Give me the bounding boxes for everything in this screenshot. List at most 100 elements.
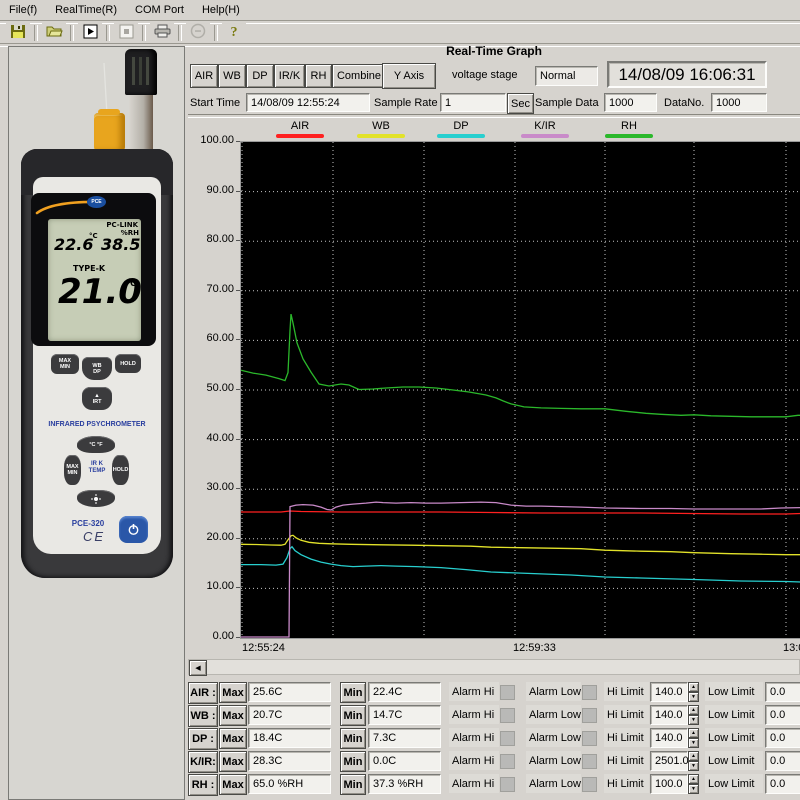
channel-row-button[interactable]: RH : [188,774,218,796]
menu-realtime[interactable]: RealTime(R) [46,2,126,18]
channel-row-button[interactable]: WB : [188,705,218,727]
y-tick-label: 50.00 [188,382,234,394]
spin-up-button[interactable]: ▲ [688,751,699,761]
low-limit-field[interactable]: 0.0 [765,728,800,748]
alarm-low-label: Alarm Low [526,774,581,793]
alarm-hi-indicator [500,685,515,700]
alarm-low-indicator [582,708,597,723]
disconnect-button[interactable] [186,23,210,42]
alarm-low-indicator [582,754,597,769]
stop-button[interactable] [114,23,138,42]
device-dpad-maxmin-button: MAX MIN [64,455,81,485]
low-limit-field[interactable]: 0.0 [765,774,800,794]
spin-buttons[interactable]: ▲▼ [688,774,699,794]
humidity-probe-icon [125,49,157,95]
max-value-field[interactable]: 25.6C [248,682,331,702]
menu-file[interactable]: File(f) [0,2,46,18]
toolbar-separator [178,25,182,41]
max-value-field[interactable]: 20.7C [248,705,331,725]
hi-limit-field[interactable]: 100.0 [650,774,688,794]
spin-buttons[interactable]: ▲▼ [688,751,699,771]
spin-down-button[interactable]: ▼ [688,784,699,794]
channel-row-button[interactable]: DP : [188,728,218,750]
spin-down-button[interactable]: ▼ [688,738,699,748]
save-button[interactable] [6,23,30,42]
hi-limit-field[interactable]: 2501.0 [650,751,688,771]
menu-com-port[interactable]: COM Port [126,2,193,18]
legend-label: K/IR [513,120,577,132]
pce-logo: PCE [87,196,106,208]
min-label: Min [340,774,366,795]
alarm-hi-indicator [500,708,515,723]
channel-row-button[interactable]: K/IR: [188,751,218,773]
channel-button-combine[interactable]: Combine [332,64,386,88]
alarm-low-label: Alarm Low [526,682,581,701]
lcd-k-unit: °C [126,279,136,288]
max-value-field[interactable]: 65.0 %RH [248,774,331,794]
channel-button-dp[interactable]: DP [246,64,274,88]
low-limit-field[interactable]: 0.0 [765,682,800,702]
low-limit-label: Low Limit [705,774,763,793]
spin-down-button[interactable]: ▼ [688,761,699,771]
toolbar-separator [70,25,74,41]
spin-buttons[interactable]: ▲▼ [688,705,699,725]
hi-limit-spinner[interactable]: 140.0▲▼ [650,705,701,725]
device-wbdp-button: WB DP [82,357,112,380]
min-value-field[interactable]: 14.7C [368,705,441,725]
alarm-hi-indicator [500,754,515,769]
print-button[interactable] [150,23,174,42]
toolbar-separator [214,25,218,41]
hi-limit-field[interactable]: 140.0 [650,682,688,702]
legend-swatch [521,134,569,138]
start-button[interactable] [78,23,102,42]
sample-rate-field[interactable]: 1 [440,93,506,112]
channel-button-air[interactable]: AIR [190,64,218,88]
alarm-hi-label: Alarm Hi [449,682,499,701]
spin-up-button[interactable]: ▲ [688,682,699,692]
chart-horizontal-scrollbar[interactable]: ◀ [188,659,800,675]
open-button[interactable] [42,23,66,42]
spin-down-button[interactable]: ▼ [688,715,699,725]
low-limit-field[interactable]: 0.0 [765,705,800,725]
channel-button-wb[interactable]: WB [218,64,246,88]
voltage-stage-field[interactable]: Normal [535,66,598,86]
spin-down-button[interactable]: ▼ [688,692,699,702]
hi-limit-field[interactable]: 140.0 [650,705,688,725]
channel-button-irk[interactable]: IR/K [274,64,305,88]
y-tick-label: 10.00 [188,580,234,592]
table-row: WB :Max20.7CMin14.7CAlarm HiAlarm LowHi … [188,704,800,727]
sec-button[interactable]: Sec [507,93,534,114]
min-label: Min [340,705,366,726]
start-time-field[interactable]: 14/08/09 12:55:24 [246,93,370,112]
min-value-field[interactable]: 0.0C [368,751,441,771]
max-label: Max [219,774,247,795]
max-value-field[interactable]: 28.3C [248,751,331,771]
hi-limit-spinner[interactable]: 140.0▲▼ [650,728,701,748]
y-tick-label: 20.00 [188,531,234,543]
spin-buttons[interactable]: ▲▼ [688,682,699,702]
max-value-field[interactable]: 18.4C [248,728,331,748]
hi-limit-field[interactable]: 140.0 [650,728,688,748]
menu-help[interactable]: Help(H) [193,2,249,18]
spin-up-button[interactable]: ▲ [688,728,699,738]
spin-buttons[interactable]: ▲▼ [688,728,699,748]
min-value-field[interactable]: 7.3C [368,728,441,748]
hi-limit-spinner[interactable]: 100.0▲▼ [650,774,701,794]
low-limit-field[interactable]: 0.0 [765,751,800,771]
scrollbar-left-arrow[interactable]: ◀ [189,660,207,676]
channel-button-rh[interactable]: RH [305,64,332,88]
hi-limit-spinner[interactable]: 2501.0▲▼ [650,751,701,771]
min-value-field[interactable]: 22.4C [368,682,441,702]
series-air [241,511,800,514]
spin-up-button[interactable]: ▲ [688,705,699,715]
min-value-field[interactable]: 37.3 %RH [368,774,441,794]
legend-item-rh: RH [597,120,661,138]
lcd-air-unit: °C [89,232,98,240]
hi-limit-spinner[interactable]: 140.0▲▼ [650,682,701,702]
spin-up-button[interactable]: ▲ [688,774,699,784]
sample-data-field[interactable]: 1000 [604,93,657,112]
y-axis-button[interactable]: Y Axis [382,63,436,89]
data-no-field[interactable]: 1000 [711,93,767,112]
channel-row-button[interactable]: AIR : [188,682,218,704]
help-button[interactable]: ? [222,23,246,42]
